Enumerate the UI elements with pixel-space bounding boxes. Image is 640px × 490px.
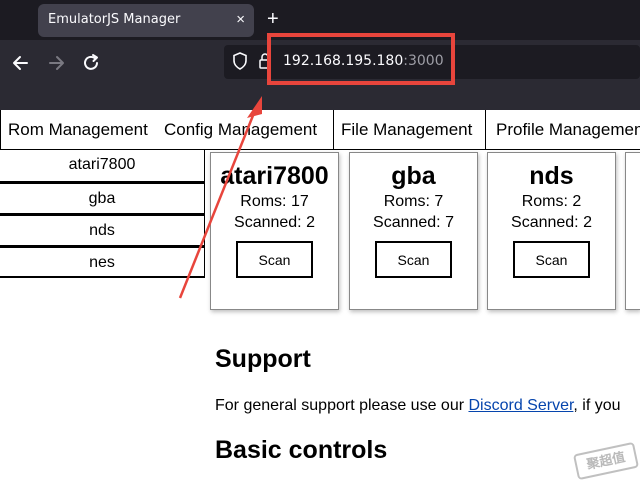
annotation-arrow [178, 96, 262, 299]
